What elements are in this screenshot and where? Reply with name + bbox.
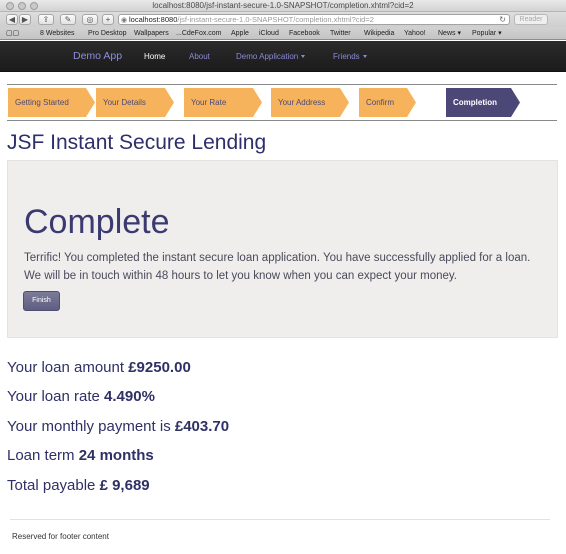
app-navbar: Demo App Home About Demo Application Fri… bbox=[0, 41, 566, 72]
site-globe-icon: ◉ bbox=[121, 17, 128, 24]
wizard-step-completion[interactable]: Completion bbox=[446, 88, 520, 117]
loan-amount-value: £9250.00 bbox=[128, 359, 191, 376]
back-arrow-icon[interactable]: ◀ bbox=[6, 14, 18, 25]
reader-button[interactable]: Reader bbox=[514, 14, 548, 25]
nav-demo-application[interactable]: Demo Application bbox=[236, 41, 306, 72]
bookmark-item[interactable]: Wallpapers bbox=[134, 27, 169, 40]
loan-rate-value: 4.490% bbox=[104, 388, 155, 405]
loan-rate-label: Your loan rate bbox=[7, 388, 100, 405]
bookmark-menu-popular[interactable]: Popular ▾ bbox=[472, 27, 502, 40]
caret-down-icon bbox=[301, 55, 306, 59]
brand-link[interactable]: Demo App bbox=[73, 41, 122, 72]
window-titlebar: localhost:8080/jsf-instant-secure-1.0-SN… bbox=[0, 0, 566, 12]
total-payable-label: Total payable bbox=[7, 477, 96, 494]
loan-amount-label: Your loan amount bbox=[7, 359, 125, 376]
bookmarks-bar: ▢▢ 8 Websites Pro Desktop Wallpapers ...… bbox=[0, 27, 566, 40]
nav-friends-label: Friends bbox=[333, 52, 360, 61]
nav-about[interactable]: About bbox=[189, 41, 210, 72]
loan-rate-line: Your loan rate 4.490% bbox=[7, 388, 155, 405]
page-title: JSF Instant Secure Lending bbox=[7, 131, 267, 154]
bookmark-menu-news[interactable]: News ▾ bbox=[438, 27, 461, 40]
address-bar[interactable]: ◉ localhost:8080/jsf-instant-secure-1.0-… bbox=[118, 14, 510, 25]
reading-list-icon[interactable]: ▢▢ bbox=[6, 27, 19, 40]
completion-heading: Complete bbox=[24, 203, 170, 241]
wizard-step-your-address[interactable]: Your Address bbox=[271, 88, 349, 117]
browser-toolbar: ◀ ▶ ⇪ ✎ ◎ + ◉ localhost:8080/jsf-instant… bbox=[0, 12, 566, 27]
bookmark-item-label: Popular bbox=[472, 30, 497, 37]
wizard-top-rule bbox=[7, 84, 557, 85]
bookmark-item[interactable]: iCloud bbox=[259, 27, 279, 40]
finish-button[interactable]: Finish bbox=[23, 291, 60, 311]
url-path: /jsf-instant-secure-1.0-SNAPSHOT/complet… bbox=[177, 15, 374, 24]
topsites-icon[interactable]: ◎ bbox=[82, 14, 98, 25]
caret-down-icon bbox=[362, 55, 367, 59]
completion-message: Terrific! You completed the instant secu… bbox=[24, 252, 531, 282]
url-host: localhost:8080 bbox=[129, 15, 178, 24]
loan-term-label: Loan term bbox=[7, 447, 75, 464]
wizard-bottom-rule bbox=[7, 120, 557, 121]
bookmark-item[interactable]: Wikipedia bbox=[364, 27, 394, 40]
loan-amount-line: Your loan amount £9250.00 bbox=[7, 359, 191, 376]
wizard-step-getting-started[interactable]: Getting Started bbox=[8, 88, 95, 117]
nav-demo-application-label: Demo Application bbox=[236, 52, 299, 61]
monthly-payment-value: £403.70 bbox=[174, 418, 230, 435]
bookmark-icon[interactable]: ✎ bbox=[60, 14, 76, 25]
share-icon[interactable]: ⇪ bbox=[38, 14, 54, 25]
monthly-payment-line: Your monthly payment is £403.70 bbox=[7, 418, 229, 435]
window-title: localhost:8080/jsf-instant-secure-1.0-SN… bbox=[152, 1, 414, 10]
bookmark-item[interactable]: ...CdeFox.com bbox=[176, 27, 222, 40]
total-payable-value: £ 9,689 bbox=[99, 477, 150, 494]
bookmark-item[interactable]: Yahoo! bbox=[404, 27, 426, 40]
bookmark-item-label: News bbox=[438, 30, 456, 37]
wizard-step-your-details[interactable]: Your Details bbox=[96, 88, 174, 117]
loan-term-value: 24 months bbox=[78, 447, 154, 464]
bookmark-item[interactable]: Facebook bbox=[289, 27, 320, 40]
monthly-payment-label: Your monthly payment is bbox=[7, 418, 171, 435]
forward-arrow-icon[interactable]: ▶ bbox=[19, 14, 31, 25]
footer-text: Reserved for footer content bbox=[12, 532, 109, 541]
total-payable-line: Total payable £ 9,689 bbox=[7, 477, 150, 494]
new-tab-plus-icon[interactable]: + bbox=[102, 14, 114, 25]
reload-icon[interactable]: ↻ bbox=[499, 15, 506, 24]
bookmark-item[interactable]: 8 Websites bbox=[40, 27, 75, 40]
loan-term-line: Loan term 24 months bbox=[7, 447, 154, 464]
footer-divider bbox=[10, 519, 550, 520]
bookmark-item[interactable]: Twitter bbox=[330, 27, 351, 40]
nav-home[interactable]: Home bbox=[144, 41, 165, 72]
nav-friends[interactable]: Friends bbox=[333, 41, 367, 72]
wizard-step-your-rate[interactable]: Your Rate bbox=[184, 88, 262, 117]
bookmark-item[interactable]: Pro Desktop bbox=[88, 27, 127, 40]
bookmark-item[interactable]: Apple bbox=[231, 27, 249, 40]
wizard-step-confirm[interactable]: Confirm bbox=[359, 88, 416, 117]
completion-panel: Complete Terrific! You completed the ins… bbox=[7, 160, 558, 338]
